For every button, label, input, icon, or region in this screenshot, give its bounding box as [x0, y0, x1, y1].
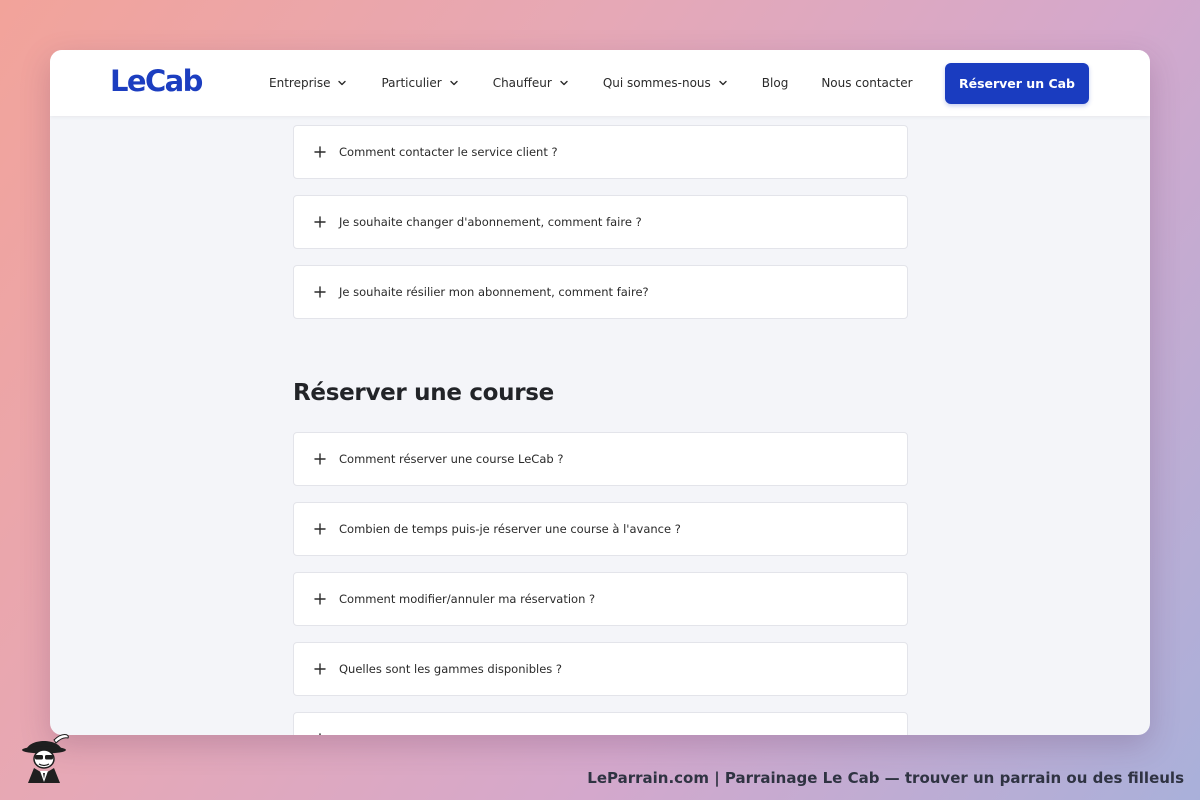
faq-question: Combien de temps puis-je réserver une co… [339, 522, 681, 536]
nav-item-qui-sommes-nous[interactable]: Qui sommes-nous [603, 76, 729, 90]
footer-caption: LeParrain.com | Parrainage Le Cab — trou… [587, 769, 1184, 787]
faq-question: Comment modifier/annuler ma réservation … [339, 592, 596, 606]
top-navbar: LeCab Entreprise Particulier Chauffeur Q… [50, 50, 1150, 116]
mascot-logo-icon [22, 734, 69, 783]
plus-icon [314, 523, 326, 535]
faq-item[interactable]: Comment réserver une course LeCab ? [293, 432, 908, 486]
faq-item[interactable]: Comment modifier/annuler ma réservation … [293, 572, 908, 626]
plus-icon [314, 663, 326, 675]
faq-item[interactable]: Je souhaite résilier mon abonnement, com… [293, 265, 908, 319]
faq-item[interactable]: Combien de temps puis-je réserver une co… [293, 502, 908, 556]
plus-icon [314, 216, 326, 228]
faq-question: Je souhaite changer d'abonnement, commen… [339, 215, 642, 229]
nav-item-blog[interactable]: Blog [762, 76, 789, 90]
plus-icon [319, 733, 321, 735]
plus-icon [314, 146, 326, 158]
plus-icon [314, 593, 326, 605]
nav-item-label: Blog [761, 76, 789, 90]
chevron-down-icon [560, 80, 568, 86]
main-menu: Entreprise Particulier Chauffeur Qui som… [269, 50, 946, 116]
faq-question: Quelles sont les gammes disponibles ? [339, 662, 563, 676]
nav-item-nous-contacter[interactable]: Nous contacter [821, 76, 912, 90]
reserver-un-cab-button[interactable]: Réserver un Cab [945, 63, 1089, 104]
faq-item[interactable]: Quelles sont les gammes disponibles ? [293, 642, 908, 696]
nav-item-label: Particulier [381, 76, 442, 90]
chevron-down-icon [338, 80, 347, 86]
plus-icon [314, 286, 326, 298]
nav-item-label: Nous contacter [821, 76, 913, 90]
plus-icon [314, 453, 326, 465]
lecab-logo[interactable]: LeCab [110, 64, 203, 98]
nav-item-label: Chauffeur [492, 76, 552, 90]
faq-content: Comment contacter le service client ? Je… [293, 50, 908, 735]
faq-question: Comment réserver une course LeCab ? [339, 452, 564, 466]
chevron-down-icon [449, 80, 458, 86]
faq-item[interactable]: Je souhaite changer d'abonnement, commen… [293, 195, 908, 249]
section-title: Réserver une course [293, 380, 554, 406]
nav-item-label: Qui sommes-nous [602, 76, 711, 90]
faq-item[interactable] [293, 712, 908, 735]
nav-item-chauffeur[interactable]: Chauffeur [493, 76, 570, 90]
faq-question: Je souhaite résilier mon abonnement, com… [339, 285, 649, 299]
faq-question: Comment contacter le service client ? [339, 145, 558, 159]
nav-item-entreprise[interactable]: Entreprise [269, 76, 348, 90]
nav-item-particulier[interactable]: Particulier [381, 76, 459, 90]
faq-item[interactable]: Comment contacter le service client ? [293, 125, 908, 179]
browser-window: LeCab Entreprise Particulier Chauffeur Q… [50, 50, 1150, 735]
nav-item-label: Entreprise [269, 76, 331, 90]
chevron-down-icon [719, 80, 727, 86]
